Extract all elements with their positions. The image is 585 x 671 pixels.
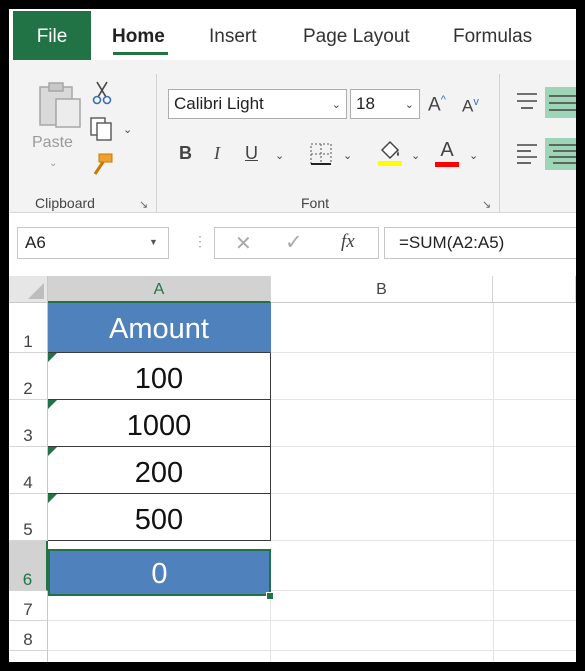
tab-formulas[interactable]: Formulas [453, 9, 532, 60]
active-tab-indicator [113, 52, 168, 55]
clipboard-dialog-launcher-icon[interactable]: ↘ [139, 198, 148, 211]
formula-tools: ✕ ✓ fx [214, 227, 379, 259]
shrink-font-icon[interactable]: Av [462, 96, 479, 117]
row-header-7[interactable]: 7 [9, 591, 48, 621]
format-painter-icon[interactable] [89, 152, 115, 181]
font-size-dropdown[interactable]: 18 ⌄ [350, 89, 420, 119]
bold-button[interactable]: B [179, 143, 192, 164]
column-header-c[interactable] [493, 276, 576, 303]
underline-button[interactable]: U [245, 143, 258, 164]
row-header-4[interactable]: 4 [9, 447, 48, 494]
cell-a1[interactable]: Amount [48, 303, 271, 353]
error-indicator-icon [48, 353, 57, 362]
copy-chevron-icon[interactable]: ⌄ [123, 123, 132, 136]
center-align-icon[interactable] [545, 138, 576, 170]
borders-chevron-icon[interactable]: ⌄ [343, 149, 352, 162]
clipboard-group-label: Clipboard [35, 195, 95, 211]
cell-a4[interactable]: 200 [48, 447, 271, 494]
font-size-value: 18 [356, 94, 375, 113]
column-header-a[interactable]: A [48, 276, 271, 303]
row-header-6[interactable]: 6 [9, 541, 48, 591]
paste-icon[interactable] [38, 81, 82, 134]
row-header-9[interactable]: 9 [9, 651, 48, 662]
row-header-3[interactable]: 3 [9, 400, 48, 447]
row-header-8[interactable]: 8 [9, 621, 48, 651]
font-group-label: Font [301, 195, 330, 211]
fill-color-chevron-icon[interactable]: ⌄ [411, 149, 420, 162]
chevron-down-icon: ⌄ [331, 99, 341, 111]
middle-align-icon[interactable] [545, 87, 576, 118]
left-align-icon[interactable] [515, 142, 539, 169]
row-header-5[interactable]: 5 [9, 494, 48, 541]
borders-icon[interactable] [309, 142, 333, 171]
chevron-down-icon: ⌄ [404, 99, 414, 111]
tab-page-layout[interactable]: Page Layout [303, 9, 410, 60]
formula-input[interactable]: =SUM(A2:A5) [384, 227, 576, 259]
ribbon-tab-bar: File Home Insert Page Layout Formulas [9, 9, 576, 61]
column-header-b[interactable]: B [271, 276, 493, 303]
select-all-button[interactable] [9, 276, 48, 303]
row-header-2[interactable]: 2 [9, 353, 48, 400]
formula-bar: A6 ▼ ⋮ ✕ ✓ fx =SUM(A2:A5) [9, 213, 576, 276]
top-align-icon[interactable] [515, 90, 539, 117]
gridline [493, 303, 494, 662]
gridline [270, 598, 271, 662]
enter-icon[interactable]: ✓ [285, 230, 303, 255]
name-box-chevron-icon[interactable]: ▼ [149, 237, 158, 247]
underline-chevron-icon[interactable]: ⌄ [275, 149, 284, 162]
tab-file[interactable]: File [13, 11, 91, 61]
worksheet-grid: A B 1 2 3 4 5 6 7 8 9 Amount 100 1000 20… [9, 276, 576, 662]
cancel-icon[interactable]: ✕ [235, 231, 252, 256]
font-color-chevron-icon[interactable]: ⌄ [469, 149, 478, 162]
ribbon: Paste ⌄ ⌄ Clipboard ↘ Calibri Light ⌄ 18… [9, 60, 576, 214]
grow-font-icon[interactable]: A^ [428, 94, 446, 116]
formula-bar-grip-icon[interactable]: ⋮ [193, 233, 207, 250]
font-name-value: Calibri Light [174, 94, 264, 113]
insert-function-icon[interactable]: fx [341, 231, 355, 253]
error-indicator-icon [48, 400, 57, 409]
group-divider [499, 74, 500, 214]
cut-icon[interactable] [91, 80, 113, 111]
excel-window: File Home Insert Page Layout Formulas Pa… [9, 9, 576, 662]
error-indicator-icon [48, 447, 57, 456]
paste-chevron-icon[interactable]: ⌄ [49, 158, 57, 169]
error-indicator-icon [48, 494, 57, 503]
cell-a6-selected[interactable]: 0 [48, 549, 271, 596]
fill-handle[interactable] [266, 592, 274, 600]
row-header-1[interactable]: 1 [9, 303, 48, 353]
name-box[interactable]: A6 [17, 227, 169, 259]
paste-button-label[interactable]: Paste [32, 134, 73, 152]
cell-a5[interactable]: 500 [48, 494, 271, 541]
tab-insert[interactable]: Insert [209, 9, 257, 60]
cell-a2[interactable]: 100 [48, 353, 271, 400]
cell-a3[interactable]: 1000 [48, 400, 271, 447]
italic-button[interactable]: I [214, 143, 220, 164]
font-name-dropdown[interactable]: Calibri Light ⌄ [168, 89, 347, 119]
font-dialog-launcher-icon[interactable]: ↘ [482, 198, 491, 211]
font-color-icon[interactable]: A [434, 139, 460, 167]
group-divider [156, 74, 157, 214]
fill-color-icon[interactable] [377, 139, 403, 172]
copy-icon[interactable] [89, 116, 115, 147]
